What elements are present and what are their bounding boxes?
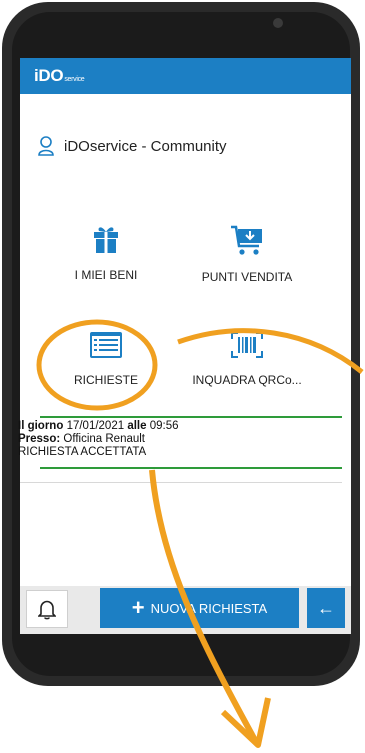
- tile-label: I MIEI BENI: [74, 268, 138, 282]
- top-bar: iDOservice: [20, 58, 351, 94]
- tile-label: PUNTI VENDITA: [201, 270, 293, 284]
- arrow-left-icon: ←: [317, 597, 335, 618]
- arrowhead: [220, 697, 271, 748]
- user-outline-icon: [38, 136, 54, 156]
- camera-dot: [273, 18, 283, 28]
- request-entry[interactable]: Il giorno 17/01/2021 alle 09:56 Presso: …: [18, 420, 179, 459]
- tile-points-of-sale[interactable]: PUNTI VENDITA: [182, 224, 312, 284]
- community-header[interactable]: iDOservice - Community: [38, 136, 227, 156]
- request-top-line: [40, 416, 342, 418]
- back-button[interactable]: ←: [307, 588, 345, 628]
- community-label: iDOservice - Community: [64, 137, 227, 155]
- barcode-icon: [231, 332, 263, 358]
- tile-scan-qrcode[interactable]: INQUADRA QRCo...: [182, 331, 312, 387]
- cart-download-icon: [231, 225, 262, 255]
- new-request-button[interactable]: + NUOVA RICHIESTA: [100, 588, 299, 628]
- plus-icon: +: [131, 595, 145, 620]
- gift-icon: [94, 227, 118, 253]
- tile-my-goods[interactable]: I MIEI BENI: [41, 224, 171, 282]
- bell-icon: [38, 600, 56, 620]
- tile-requests[interactable]: RICHIESTE: [41, 331, 171, 387]
- app-logo: iDOservice: [34, 66, 85, 85]
- divider: [20, 482, 342, 483]
- app-screen: iDOservice iDOservice - Community I MIEI…: [20, 58, 351, 634]
- tile-label: RICHIESTE: [73, 373, 138, 387]
- notifications-button[interactable]: [26, 590, 68, 628]
- tile-label: INQUADRA QRCo...: [192, 373, 302, 387]
- request-bottom-line: [40, 467, 342, 469]
- list-card-icon: [90, 332, 122, 358]
- request-status: RICHIESTA ACCETTATA: [18, 446, 147, 458]
